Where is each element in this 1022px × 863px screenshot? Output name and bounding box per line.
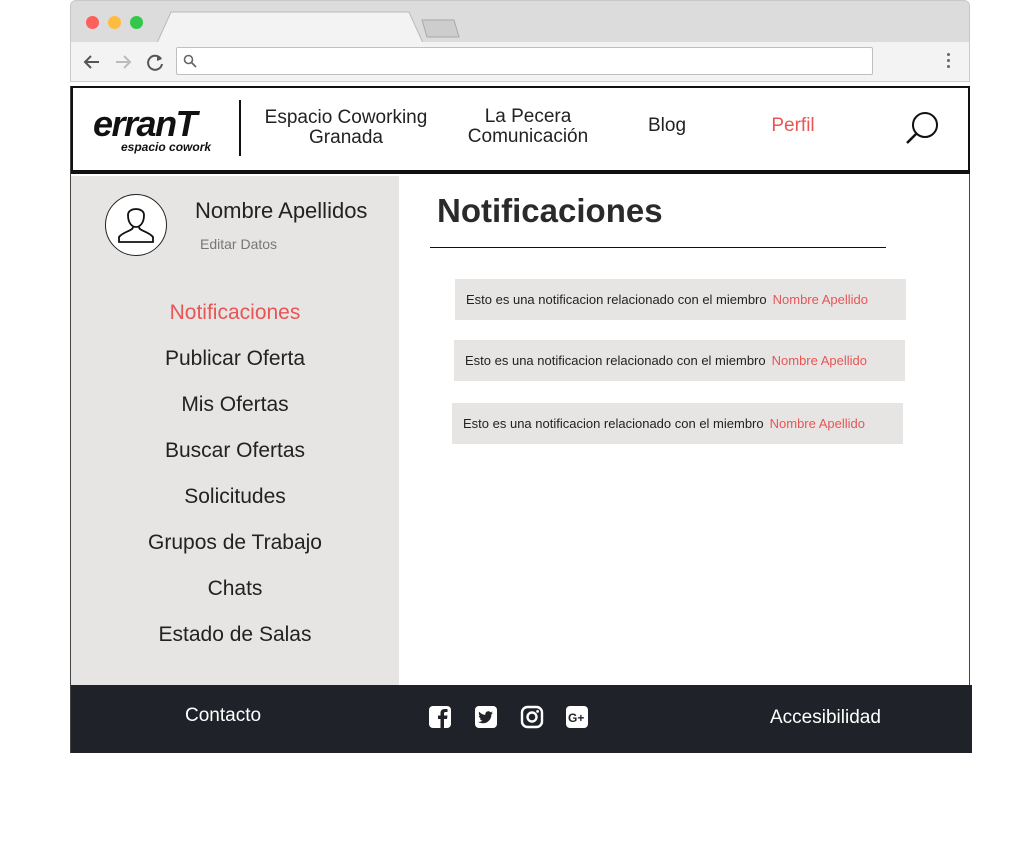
nav-perfil[interactable]: Perfil	[761, 116, 825, 136]
instagram-icon[interactable]	[520, 705, 544, 729]
back-arrow-icon[interactable]	[81, 51, 103, 73]
browser-tab[interactable]	[157, 11, 423, 43]
menu-item-notificaciones[interactable]: Notificaciones	[71, 296, 399, 342]
user-name: Nombre Apellidos	[195, 198, 368, 223]
maximize-window-button[interactable]	[130, 16, 143, 29]
magnifier-icon[interactable]	[905, 110, 941, 146]
menu-item-grupos-de-trabajo[interactable]: Grupos de Trabajo	[71, 526, 399, 572]
minimize-window-button[interactable]	[108, 16, 121, 29]
notification-text: Esto es una notificacion relacionado con…	[466, 292, 767, 307]
browser-window: erranT espacio cowork Espacio Coworking …	[70, 0, 972, 753]
svg-text:G+: G+	[568, 711, 584, 725]
title-divider	[430, 247, 886, 248]
user-icon	[118, 208, 154, 243]
notification-item[interactable]: Esto es una notificacion relacionado con…	[452, 403, 903, 444]
menu-item-estado-de-salas[interactable]: Estado de Salas	[71, 618, 399, 664]
nav-label-line2: Granada	[309, 127, 383, 148]
notification-item[interactable]: Esto es una notificacion relacionado con…	[454, 340, 905, 381]
facebook-icon[interactable]	[428, 705, 452, 729]
nav-label: Blog	[647, 115, 687, 136]
contact-link[interactable]: Contacto	[185, 705, 261, 727]
web-page: erranT espacio cowork Espacio Coworking …	[70, 86, 972, 753]
menu-item-mis-ofertas[interactable]: Mis Ofertas	[71, 388, 399, 434]
notification-text: Esto es una notificacion relacionado con…	[465, 353, 766, 368]
profile-sidebar: Nombre Apellidos Editar Datos Notificaci…	[71, 176, 399, 686]
nav-blog[interactable]: Blog	[637, 116, 697, 136]
browser-titlebar	[70, 0, 970, 43]
notification-member-link[interactable]: Nombre Apellido	[770, 416, 865, 431]
browser-toolbar	[70, 42, 970, 82]
nav-label-line1: Espacio Coworking	[264, 107, 428, 128]
profile-menu: Notificaciones Publicar Oferta Mis Ofert…	[71, 296, 399, 664]
nav-label-line2: Comunicación	[467, 126, 589, 147]
header-divider	[239, 100, 241, 156]
reload-icon[interactable]	[144, 51, 166, 73]
notification-member-link[interactable]: Nombre Apellido	[772, 353, 867, 368]
browser-menu-icon[interactable]	[947, 53, 951, 69]
nav-espacio-coworking[interactable]: Espacio Coworking Granada	[259, 108, 433, 148]
notification-item[interactable]: Esto es una notificacion relacionado con…	[455, 279, 906, 320]
site-header: erranT espacio cowork Espacio Coworking …	[71, 86, 970, 174]
twitter-icon[interactable]	[474, 705, 498, 729]
accessibility-link[interactable]: Accesibilidad	[770, 707, 881, 729]
errant-logo[interactable]: erranT espacio cowork	[93, 106, 223, 156]
notification-text: Esto es una notificacion relacionado con…	[463, 416, 764, 431]
nav-label-line1: La Pecera	[484, 106, 572, 127]
menu-item-solicitudes[interactable]: Solicitudes	[71, 480, 399, 526]
search-icon	[183, 54, 197, 73]
menu-item-chats[interactable]: Chats	[71, 572, 399, 618]
nav-la-pecera[interactable]: La Pecera Comunicación	[453, 107, 603, 147]
google-plus-icon[interactable]: G+	[565, 705, 589, 729]
edit-profile-link[interactable]: Editar Datos	[200, 236, 277, 252]
menu-item-publicar-oferta[interactable]: Publicar Oferta	[71, 342, 399, 388]
page-title: Notificaciones	[437, 192, 663, 229]
logo-brand: erranT	[93, 103, 198, 144]
menu-item-buscar-ofertas[interactable]: Buscar Ofertas	[71, 434, 399, 480]
address-bar[interactable]	[176, 47, 873, 75]
avatar[interactable]	[105, 194, 167, 256]
site-footer: Contacto G+ Accesibilidad	[71, 685, 972, 753]
logo-tagline: espacio cowork	[121, 140, 212, 154]
notification-member-link[interactable]: Nombre Apellido	[773, 292, 868, 307]
forward-arrow-icon[interactable]	[112, 51, 134, 73]
new-tab-button[interactable]	[421, 19, 461, 39]
nav-label: Perfil	[771, 115, 815, 136]
close-window-button[interactable]	[86, 16, 99, 29]
